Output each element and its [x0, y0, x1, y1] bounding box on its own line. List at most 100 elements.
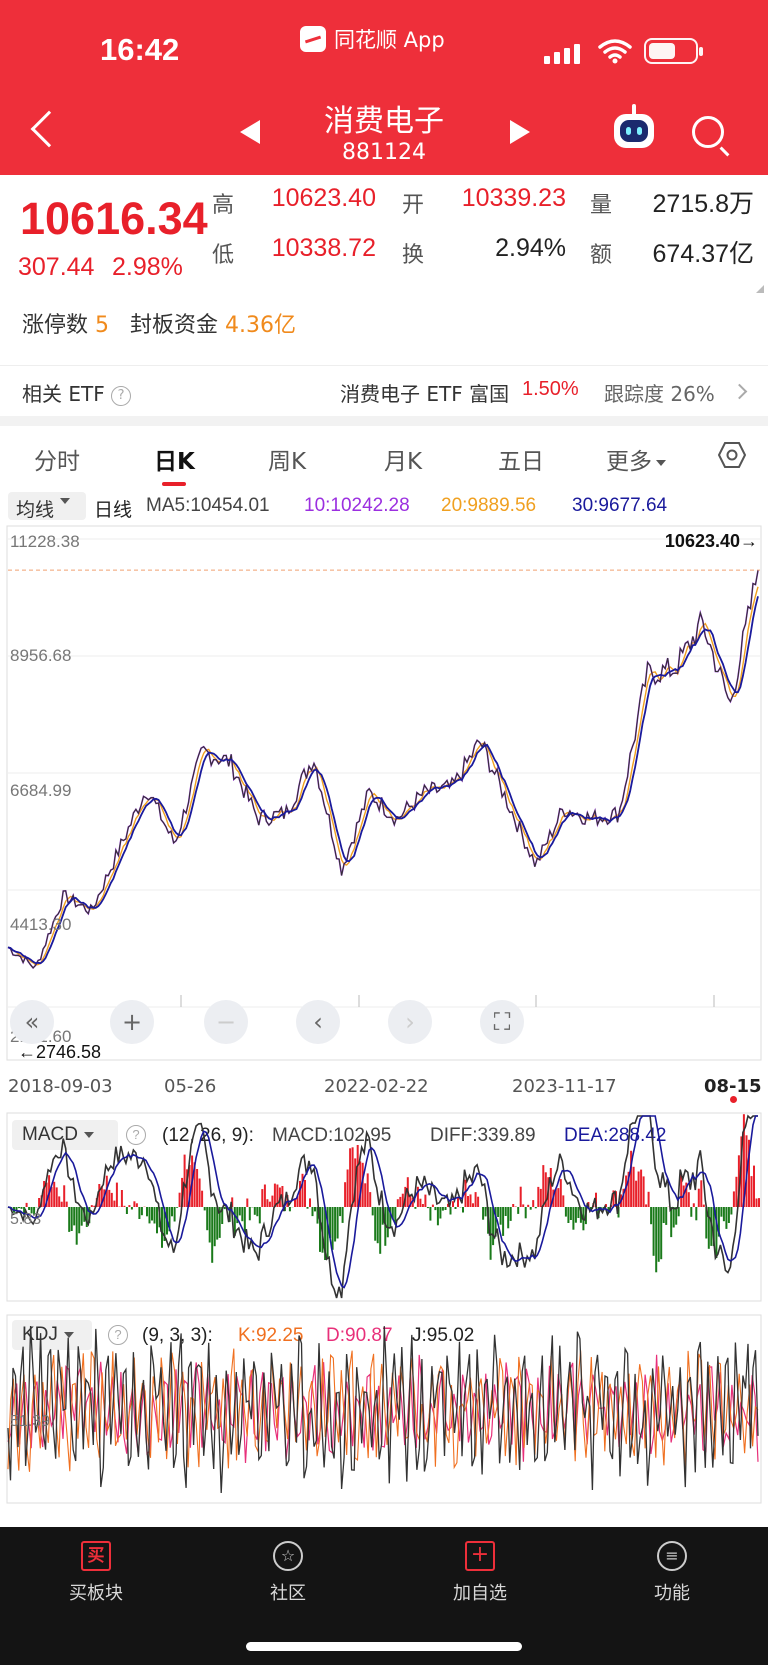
macd-bar	[18, 1207, 20, 1209]
tab-daily-k[interactable]: 日K	[154, 442, 195, 476]
macd-bar	[660, 1207, 663, 1260]
macd-bar	[20, 1207, 23, 1209]
amount-label: 额	[590, 243, 613, 268]
etf-title-wrap: 相关 ETF ?	[22, 378, 132, 407]
tab-more[interactable]: 更多	[606, 442, 666, 476]
wifi-icon	[598, 39, 632, 64]
macd-bar	[539, 1188, 542, 1207]
macd-bar	[557, 1188, 560, 1207]
macd-bar	[499, 1207, 502, 1225]
date-3: 2022-02-22	[324, 1076, 429, 1097]
nav-buy-sector[interactable]: 买 买板块	[36, 1541, 156, 1605]
settings-icon[interactable]	[718, 441, 746, 469]
nav-functions[interactable]: ≡ 功能	[612, 1541, 732, 1605]
community-star-icon: ☆	[273, 1541, 303, 1571]
etf-change-pct: 1.50%	[522, 378, 579, 400]
macd-bar	[670, 1207, 673, 1238]
macd-bar	[211, 1207, 214, 1263]
related-etf-row[interactable]: 相关 ETF ? 消费电子 ETF 富国 1.50% 跟踪度 26%	[0, 366, 768, 416]
pan-left-button[interactable]: ‹	[296, 1000, 340, 1044]
macd-bar	[201, 1190, 204, 1207]
chevron-right-icon[interactable]	[731, 383, 748, 400]
limit-up-row[interactable]: 涨停数 5 封板资金 4.36亿	[22, 307, 296, 339]
date-2: 05-26	[164, 1076, 217, 1097]
kdj-chart[interactable]: 51.39	[6, 1314, 762, 1504]
menu-icon: ≡	[657, 1541, 687, 1571]
app-name: 同花顺 App	[334, 28, 445, 52]
tab-weekly-k[interactable]: 周K	[268, 442, 306, 476]
search-icon[interactable]	[692, 116, 724, 148]
macd-bar	[148, 1207, 151, 1224]
macd-bar	[351, 1147, 354, 1207]
macd-bar	[171, 1207, 173, 1217]
y-tick-4: 4413.30	[10, 915, 71, 934]
macd-bar	[113, 1200, 116, 1207]
zoom-out-button[interactable]: −	[204, 1000, 248, 1044]
macd-bar	[702, 1204, 705, 1207]
rewind-button[interactable]: «	[10, 1000, 54, 1044]
macd-bar	[176, 1207, 179, 1208]
macd-bar	[399, 1196, 402, 1207]
tab-five-day[interactable]: 五日	[498, 442, 544, 476]
macd-bar	[58, 1196, 61, 1207]
high-value: 10623.40	[271, 184, 376, 212]
macd-bar	[341, 1207, 344, 1223]
macd-bar	[419, 1198, 422, 1207]
macd-bar	[80, 1207, 83, 1226]
macd-bar	[645, 1204, 648, 1207]
active-tab-indicator	[162, 482, 186, 486]
macd-bar	[482, 1207, 485, 1220]
macd-bar	[60, 1201, 63, 1207]
macd-bar	[53, 1181, 56, 1207]
macd-bar	[441, 1207, 444, 1211]
tab-intraday[interactable]: 分时	[34, 442, 80, 476]
fullscreen-button[interactable]: ⛶	[480, 1000, 524, 1044]
macd-bar	[98, 1184, 101, 1207]
help-icon[interactable]: ?	[111, 385, 132, 406]
macd-bar	[120, 1190, 123, 1207]
macd-bar	[569, 1207, 572, 1220]
macd-bar	[695, 1207, 698, 1221]
macd-bar	[38, 1198, 41, 1207]
macd-bar	[637, 1171, 640, 1207]
macd-bar	[632, 1166, 635, 1207]
macd-bar	[522, 1204, 525, 1207]
macd-bar	[519, 1186, 522, 1207]
low-value: 10338.72	[271, 234, 376, 262]
macd-bar	[334, 1207, 337, 1242]
macd-bar	[700, 1180, 703, 1207]
amount-value: 674.37亿	[652, 240, 754, 268]
expand-corner-icon[interactable]	[756, 285, 764, 293]
macd-bar	[572, 1207, 575, 1230]
macd-bar	[692, 1203, 695, 1207]
macd-bar	[90, 1205, 93, 1207]
macd-bar	[271, 1195, 274, 1207]
macd-chart[interactable]: 5.83	[6, 1112, 762, 1302]
macd-bar	[156, 1207, 158, 1234]
macd-bar	[130, 1207, 133, 1210]
kline-chart[interactable]: 11228.38 8956.68 6684.99 4413.30 2141.60…	[6, 525, 762, 1061]
macd-bar	[532, 1200, 535, 1207]
macd-bar	[151, 1207, 153, 1221]
macd-bar	[750, 1176, 753, 1207]
tab-monthly-k[interactable]: 月K	[384, 442, 422, 476]
macd-bar	[477, 1196, 480, 1207]
macd-bar	[288, 1207, 291, 1212]
nav-community[interactable]: ☆ 社区	[228, 1541, 348, 1605]
period-tabs: 分时 日K 周K 月K 五日 更多	[0, 426, 768, 488]
app-indicator[interactable]: 同花顺 App	[300, 24, 445, 54]
robot-assistant-icon[interactable]	[614, 114, 654, 148]
zoom-in-button[interactable]: +	[110, 1000, 154, 1044]
macd-bar	[640, 1169, 643, 1207]
macd-bar	[650, 1207, 653, 1225]
ma-legend: 均线 日线 MA5:10454.01 10:10242.28 20:9889.5…	[0, 492, 768, 522]
pan-right-button[interactable]: ›	[388, 1000, 432, 1044]
next-stock-icon[interactable]	[510, 120, 530, 144]
kline-frame	[6, 525, 762, 1061]
macd-bar	[336, 1207, 339, 1239]
macd-bar	[462, 1207, 464, 1213]
macd-bar	[625, 1175, 628, 1207]
macd-bar	[657, 1207, 660, 1262]
nav-add-watchlist[interactable]: + 加自选	[420, 1541, 540, 1605]
macd-bar	[431, 1204, 434, 1207]
